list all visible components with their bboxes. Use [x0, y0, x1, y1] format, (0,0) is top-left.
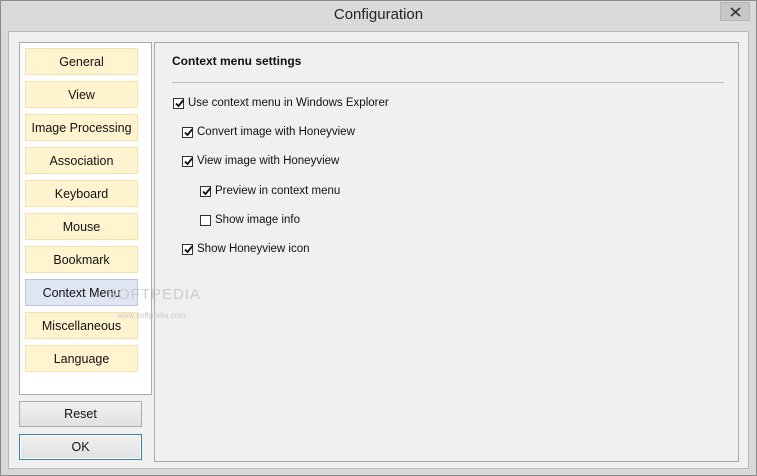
- nav-item-view[interactable]: View: [25, 81, 138, 108]
- configuration-window: Configuration General View Image Process…: [0, 0, 757, 476]
- checkbox-preview-context-menu[interactable]: [200, 185, 212, 197]
- checkbox-view-image[interactable]: [182, 155, 194, 167]
- option-show-image-info[interactable]: Show image info: [200, 212, 300, 228]
- window-title: Configuration: [333, 6, 424, 23]
- softpedia-watermark-url: www.softpedia.com: [117, 311, 186, 320]
- section-title: Context menu settings: [172, 54, 302, 68]
- checkmark-icon: [202, 186, 212, 195]
- checkmark-icon: [184, 127, 194, 136]
- checkbox-convert-image[interactable]: [182, 126, 194, 138]
- reset-button[interactable]: Reset: [19, 401, 142, 427]
- dialog-client-area: General View Image Processing Associatio…: [8, 31, 749, 469]
- option-label: Preview in context menu: [215, 185, 341, 197]
- option-label: Convert image with Honeyview: [197, 126, 355, 138]
- option-label: Show Honeyview icon: [197, 243, 310, 255]
- option-label: Show image info: [215, 214, 301, 226]
- checkmark-icon: [184, 244, 194, 253]
- checkbox-show-image-info[interactable]: [200, 214, 211, 226]
- checkmark-icon: [184, 156, 194, 165]
- option-convert-image[interactable]: Convert image with Honeyview: [182, 124, 355, 140]
- option-label: Use context menu in Windows Explorer: [188, 97, 389, 109]
- nav-item-language[interactable]: Language: [25, 345, 138, 372]
- checkmark-icon: [175, 98, 185, 107]
- close-icon: [730, 7, 741, 17]
- checkbox-show-honeyview-icon[interactable]: [182, 243, 194, 255]
- category-list: General View Image Processing Associatio…: [19, 42, 152, 395]
- close-button[interactable]: [720, 2, 750, 21]
- section-divider: [172, 82, 724, 83]
- option-view-image[interactable]: View image with Honeyview: [182, 153, 339, 169]
- nav-item-mouse[interactable]: Mouse: [25, 213, 138, 240]
- ok-button[interactable]: OK: [19, 434, 142, 460]
- checkbox-use-context-menu[interactable]: [173, 97, 185, 109]
- option-use-context-menu[interactable]: Use context menu in Windows Explorer: [173, 95, 389, 111]
- nav-item-keyboard[interactable]: Keyboard: [25, 180, 138, 207]
- nav-item-image-processing[interactable]: Image Processing: [25, 114, 138, 141]
- nav-item-association[interactable]: Association: [25, 147, 138, 174]
- option-preview-context-menu[interactable]: Preview in context menu: [200, 183, 340, 199]
- option-label: View image with Honeyview: [197, 155, 340, 167]
- settings-panel: Context menu settings Use context menu i…: [154, 42, 739, 462]
- nav-item-general[interactable]: General: [25, 48, 138, 75]
- softpedia-watermark: SOFTPEDIA: [107, 286, 202, 303]
- title-bar[interactable]: Configuration: [1, 1, 756, 31]
- option-show-honeyview-icon[interactable]: Show Honeyview icon: [182, 241, 310, 257]
- nav-item-bookmark[interactable]: Bookmark: [25, 246, 138, 273]
